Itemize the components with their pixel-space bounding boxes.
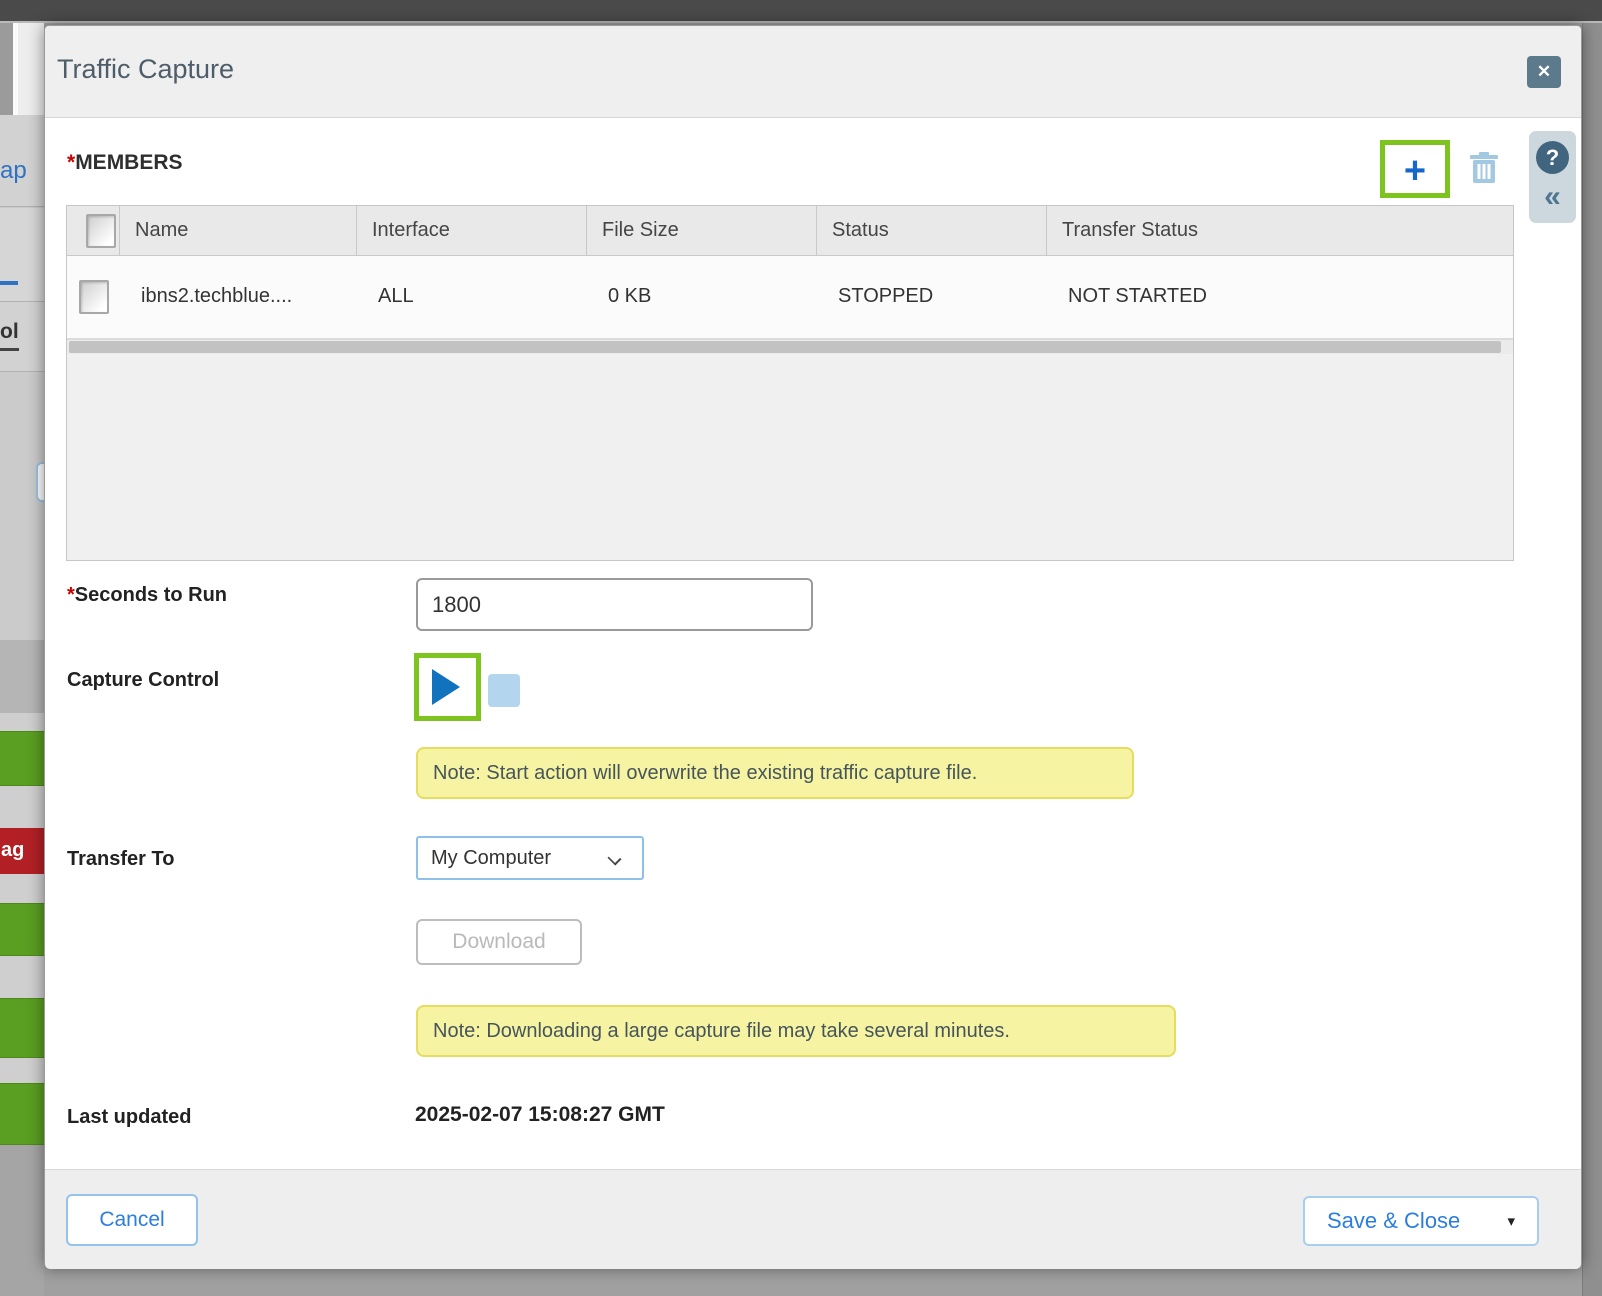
row-checkbox[interactable]	[79, 280, 109, 314]
background-tab-fragment[interactable]: ol	[0, 320, 19, 351]
dialog-footer: Cancel Save & Close ▾	[45, 1169, 1581, 1269]
save-and-close-label: Save & Close	[1327, 1208, 1460, 1234]
row-interface: ALL	[357, 256, 587, 338]
add-member-icon[interactable]: +	[1385, 146, 1445, 198]
last-updated-label: Last updated	[67, 1106, 191, 1129]
stop-capture-button[interactable]	[488, 674, 520, 707]
required-marker: *	[67, 151, 75, 174]
row-transfer-status: NOT STARTED	[1047, 256, 1513, 338]
table-empty-area	[67, 354, 1513, 560]
row-status: STOPPED	[817, 256, 1047, 338]
seconds-to-run-label-text: Seconds to Run	[75, 584, 227, 606]
page-top-bar	[0, 0, 1602, 23]
traffic-capture-dialog: Traffic Capture ✕ *MEMBERS + ? « Name In…	[44, 25, 1582, 1268]
play-icon	[432, 669, 460, 705]
help-icon[interactable]: ?	[1536, 141, 1569, 174]
background-grid-gap	[0, 874, 44, 903]
horizontal-scrollbar	[67, 339, 1513, 354]
members-table: Name Interface File Size Status Transfer…	[66, 205, 1514, 561]
save-and-close-button[interactable]: Save & Close ▾	[1303, 1196, 1539, 1246]
select-all-checkbox[interactable]	[86, 214, 116, 248]
capture-control-label: Capture Control	[67, 669, 219, 692]
background-status-bar-red: ag	[0, 828, 44, 874]
chevron-down-icon	[607, 851, 621, 865]
seconds-to-run-label: *Seconds to Run	[67, 584, 227, 607]
cancel-button[interactable]: Cancel	[66, 1194, 198, 1246]
background-status-bar-green	[0, 998, 44, 1058]
transfer-to-value: My Computer	[418, 847, 551, 870]
members-label: *MEMBERS	[67, 151, 183, 175]
transfer-to-select[interactable]: My Computer	[416, 836, 644, 880]
background-subtab-area: ol	[0, 302, 44, 372]
row-name: ibns2.techblue....	[120, 256, 357, 338]
background-active-tab-underline	[0, 281, 18, 285]
background-toolbar-area	[0, 372, 44, 640]
members-label-text: MEMBERS	[75, 151, 182, 174]
background-tabbar-area	[0, 208, 44, 302]
start-note: Note: Start action will overwrite the ex…	[416, 747, 1134, 799]
background-grid-gap	[0, 786, 44, 828]
horizontal-scrollbar-thumb[interactable]	[69, 341, 1501, 353]
download-note: Note: Downloading a large capture file m…	[416, 1005, 1176, 1057]
collapse-panel-icon[interactable]: «	[1529, 177, 1576, 217]
close-icon[interactable]: ✕	[1527, 56, 1561, 88]
row-checkbox-cell	[67, 256, 120, 338]
dialog-header: Traffic Capture ✕	[45, 26, 1581, 118]
column-header-name[interactable]: Name	[120, 206, 357, 255]
last-updated-value: 2025-02-07 15:08:27 GMT	[415, 1103, 665, 1127]
members-table-header: Name Interface File Size Status Transfer…	[67, 206, 1513, 256]
dialog-title: Traffic Capture	[57, 54, 234, 85]
help-panel: ? «	[1529, 131, 1576, 223]
row-file-size: 0 KB	[587, 256, 817, 338]
column-header-file-size[interactable]: File Size	[587, 206, 817, 255]
column-header-status[interactable]: Status	[817, 206, 1047, 255]
background-footer-area	[0, 1145, 44, 1296]
background-sidebar-edge	[0, 23, 13, 115]
background-grid-gap	[0, 956, 44, 998]
transfer-to-label: Transfer To	[67, 848, 174, 871]
required-marker: *	[67, 584, 75, 606]
column-header-transfer-status[interactable]: Transfer Status	[1047, 206, 1513, 255]
background-status-bar-green	[0, 1083, 44, 1145]
caret-down-icon[interactable]: ▾	[1507, 1212, 1515, 1230]
background-grid-header-edge	[0, 640, 44, 713]
download-button[interactable]: Download	[416, 919, 582, 965]
background-header-area	[0, 23, 44, 115]
seconds-to-run-input[interactable]	[416, 578, 813, 631]
background-link-fragment[interactable]: ap	[0, 157, 27, 185]
background-page-left-strip: ap ol ag	[0, 23, 44, 1296]
background-status-bar-green	[0, 731, 44, 786]
background-page-right-strip	[1582, 23, 1602, 1296]
column-header-interface[interactable]: Interface	[357, 206, 587, 255]
delete-member-icon[interactable]	[1469, 151, 1499, 185]
start-capture-button[interactable]	[426, 665, 469, 709]
background-panel-edge	[13, 23, 18, 115]
table-row[interactable]: ibns2.techblue.... ALL 0 KB STOPPED NOT …	[67, 256, 1513, 339]
background-status-bar-green	[0, 903, 44, 956]
select-all-cell	[67, 206, 120, 255]
background-grid-gap	[0, 1058, 44, 1083]
background-breadcrumb-area: ap	[0, 115, 44, 207]
